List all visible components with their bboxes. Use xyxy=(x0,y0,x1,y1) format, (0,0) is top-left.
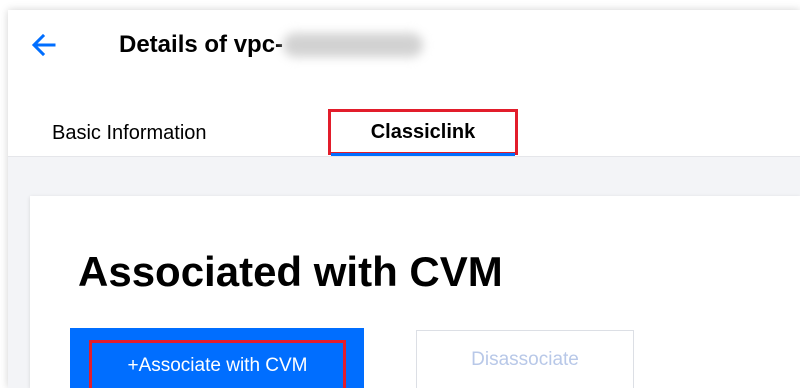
associate-with-cvm-button[interactable]: +Associate with CVM xyxy=(70,328,364,388)
section-title: Associated with CVM xyxy=(78,248,503,295)
active-tab-indicator xyxy=(331,153,515,156)
associate-button-label: +Associate with CVM xyxy=(127,354,308,376)
disassociate-button[interactable]: Disassociate xyxy=(416,330,634,388)
page-title: Details of vpc- xyxy=(119,30,424,60)
app-frame: Details of vpc- Basic Information Classi… xyxy=(8,10,800,388)
page-title-text: Details of vpc- xyxy=(119,31,284,58)
redacted-vpc-id xyxy=(283,33,424,57)
page-header: Details of vpc- Basic Information Classi… xyxy=(8,10,800,157)
tab-classiclink-label: Classiclink xyxy=(370,120,476,143)
associate-button-highlight: +Associate with CVM xyxy=(89,340,346,388)
tab-basic-information[interactable]: Basic Information xyxy=(52,110,207,156)
tab-classiclink[interactable]: Classiclink xyxy=(328,109,518,155)
back-button[interactable] xyxy=(30,31,58,59)
tab-basic-information-label: Basic Information xyxy=(52,121,207,144)
disassociate-button-label: Disassociate xyxy=(471,348,579,370)
classiclink-card: Associated with CVM +Associate with CVM … xyxy=(30,196,800,388)
arrow-left-icon xyxy=(31,33,56,57)
